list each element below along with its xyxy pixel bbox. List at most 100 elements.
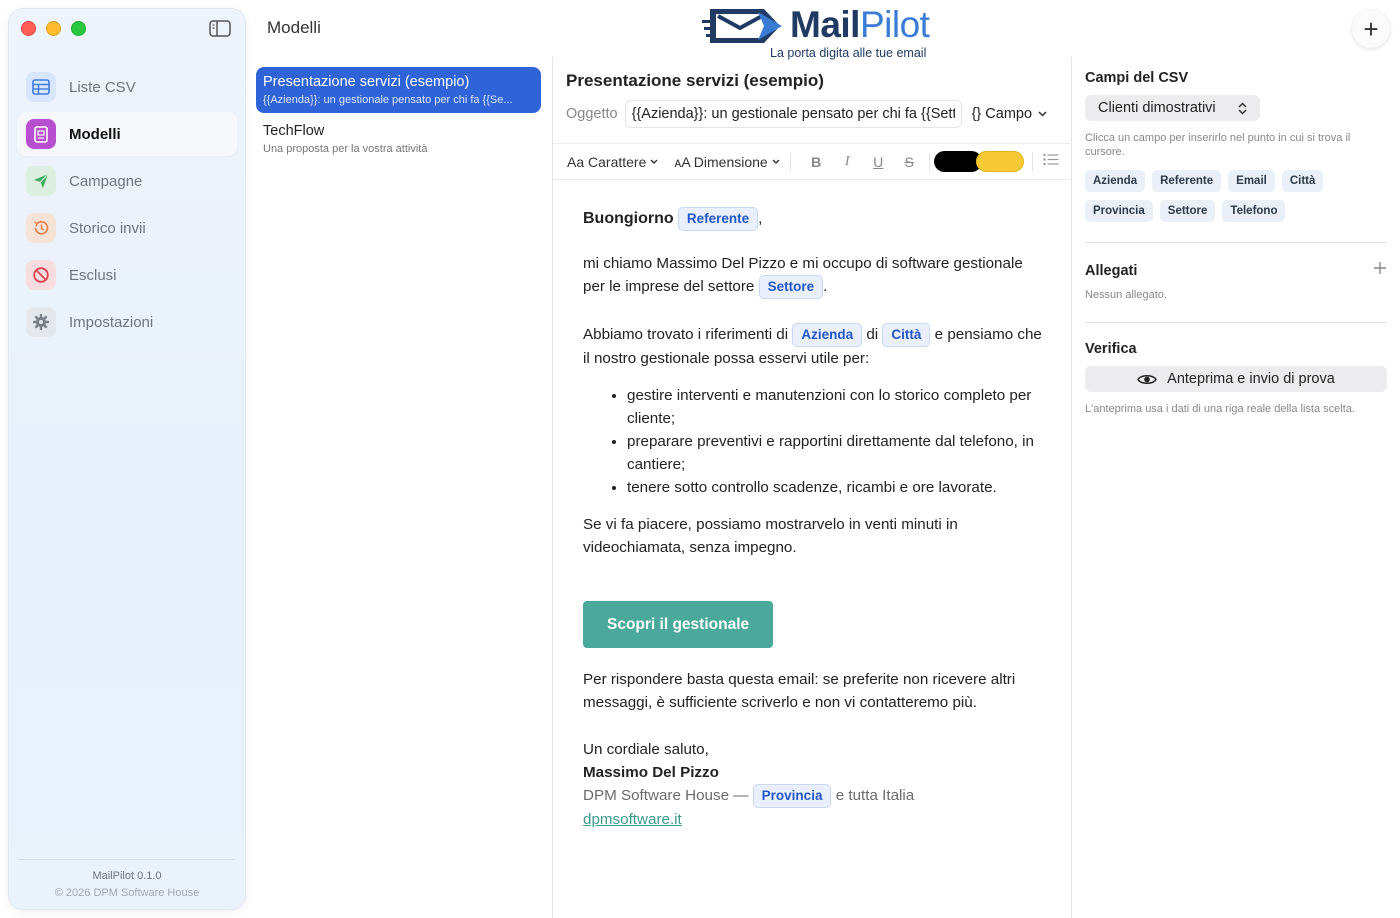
placeholder-chip[interactable]: Referente [677, 207, 759, 231]
insert-field-button[interactable]: {} Campo [972, 106, 1047, 122]
company-area: e tutta Italia [835, 787, 915, 805]
paragraph-demo: Se vi fa piacere, possiamo mostrarvelo i… [583, 516, 958, 556]
list-item: preparare preventivi e rapportini dirett… [627, 430, 1048, 476]
size-dropdown[interactable]: ᴀA Dimensione [674, 154, 780, 170]
sidebar-item-label: Liste CSV [69, 78, 136, 96]
greeting-comma: , [758, 210, 763, 228]
text-color-swatch[interactable] [933, 151, 982, 172]
section-divider [1085, 242, 1387, 243]
app-version: MailPilot 0.1.0 [92, 870, 162, 882]
toolbar-separator [928, 152, 930, 171]
block-icon [26, 260, 56, 290]
cta-button[interactable]: Scopri il gestionale [583, 601, 774, 648]
sidebar-item-label: Campagne [69, 172, 143, 190]
template-preview: {{Azienda}}: un gestionale pensato per c… [263, 94, 513, 106]
app-logo: MailPilot La porta digita alle tue email [702, 4, 947, 62]
history-icon [26, 213, 56, 243]
logo-tagline: La porta digita alle tue email [770, 46, 927, 60]
sidebar-item-storico-invii[interactable]: Storico invii [17, 206, 237, 250]
placeholder-chip[interactable]: Azienda [792, 323, 863, 347]
send-icon [26, 166, 56, 196]
logo-mail-text: Mail [790, 4, 860, 45]
placeholder-chip[interactable]: Città [882, 323, 931, 347]
paragraph-unsubscribe: Per rispondere basta questa email: se pr… [583, 671, 1016, 711]
template-preview: Una proposta per la vostra attività [263, 143, 428, 155]
list-item: gestire interventi e manutenzioni con lo… [627, 384, 1048, 430]
preview-hint: L'anteprima usa i dati di una riga reale… [1085, 403, 1355, 415]
italic-button[interactable]: I [832, 154, 863, 170]
zoom-window-button[interactable] [71, 21, 86, 36]
chevron-down-icon [650, 159, 658, 164]
chevron-down-icon [1038, 111, 1047, 117]
highlight-color-swatch[interactable] [975, 151, 1024, 172]
insert-field-label: {} Campo [971, 106, 1033, 122]
sidebar-item-liste-csv[interactable]: Liste CSV [17, 65, 237, 109]
field-chip-telefono[interactable]: Telefono [1222, 200, 1286, 222]
placeholder-chip[interactable]: Settore [758, 275, 824, 299]
field-chip-referente[interactable]: Referente [1152, 170, 1222, 192]
closing-text: Un cordiale saluto, [583, 741, 709, 758]
sidebar-item-modelli[interactable]: Modelli [17, 112, 237, 156]
close-window-button[interactable] [21, 21, 36, 36]
subject-row: Oggetto {} Campo [566, 100, 1061, 128]
field-chip-citta[interactable]: Città [1281, 170, 1324, 192]
attachments-title: Allegati [1085, 262, 1138, 279]
window-controls [21, 21, 86, 36]
sidebar-item-label: Storico invii [69, 219, 146, 237]
placeholder-chip[interactable]: Provincia [752, 784, 832, 808]
email-body[interactable]: Buongiorno Referente, mi chiamo Massimo … [583, 207, 1048, 831]
company-name: DPM Software House — [583, 787, 749, 805]
strikethrough-button[interactable]: S [894, 154, 925, 170]
logo-wordmark: MailPilot [790, 4, 930, 46]
csv-fields-hint: Clicca un campo per inserirlo nel punto … [1085, 132, 1351, 158]
template-name: TechFlow [263, 123, 325, 139]
logo-pilot-text: Pilot [859, 4, 930, 45]
template-item[interactable]: TechFlow Una proposta per la vostra atti… [256, 116, 541, 162]
font-dropdown[interactable]: Aa Carattere [567, 154, 658, 170]
csv-list-selected: Clienti dimostrativi [1098, 100, 1216, 116]
csv-fields-title: Campi del CSV [1085, 70, 1189, 86]
eye-icon [1137, 374, 1158, 384]
bold-button[interactable]: B [801, 154, 832, 170]
field-chip-azienda[interactable]: Azienda [1085, 170, 1146, 192]
field-chip-provincia[interactable]: Provincia [1085, 200, 1153, 222]
attachments-empty: Nessun allegato. [1085, 289, 1167, 301]
website-link[interactable]: dpmsoftware.it [583, 811, 682, 828]
field-chip-settore[interactable]: Settore [1159, 200, 1216, 222]
toolbar-separator [789, 152, 791, 171]
paragraph-intro-end: . [823, 278, 828, 296]
chevron-updown-icon [1238, 101, 1247, 115]
divider-editor-panel [1071, 57, 1072, 918]
template-item[interactable]: Presentazione servizi (esempio) {{Aziend… [256, 67, 541, 113]
add-template-button[interactable]: + [1352, 10, 1390, 48]
table-icon [26, 72, 56, 102]
preview-test-send-button[interactable]: Anteprima e invio di prova [1085, 366, 1387, 392]
subject-label: Oggetto [566, 106, 618, 122]
sender-name: Massimo Del Pizzo [583, 764, 719, 781]
attachments-header: Allegati [1085, 261, 1387, 280]
field-chip-email[interactable]: Email [1228, 170, 1275, 192]
sidebar-item-label: Modelli [69, 125, 121, 143]
minimize-window-button[interactable] [46, 21, 61, 36]
verify-title: Verifica [1085, 341, 1137, 357]
font-label: Aa Carattere [567, 153, 647, 170]
csv-list-select[interactable]: Clienti dimostrativi [1085, 95, 1260, 121]
sidebar-footer: MailPilot 0.1.0 © 2026 DPM Software Hous… [19, 859, 235, 899]
sidebar-toggle-icon[interactable] [209, 20, 231, 37]
page-title: Modelli [267, 18, 321, 37]
sidebar-nav: Liste CSV Modelli Campagne Storico invii… [17, 65, 237, 347]
sidebar-item-campagne[interactable]: Campagne [17, 159, 237, 203]
sidebar-item-impostazioni[interactable]: Impostazioni [17, 300, 237, 344]
subject-input[interactable] [624, 100, 962, 128]
sidebar: Liste CSV Modelli Campagne Storico invii… [9, 9, 245, 909]
underline-button[interactable]: U [863, 154, 894, 170]
list-icon[interactable] [1043, 153, 1059, 171]
template-list: Presentazione servizi (esempio) {{Aziend… [256, 67, 541, 165]
sidebar-item-esclusi[interactable]: Esclusi [17, 253, 237, 297]
paragraph-found-mid: di [866, 326, 879, 344]
signature: Un cordiale saluto, Massimo Del Pizzo DP… [583, 738, 1048, 831]
gear-icon [26, 307, 56, 337]
toolbar-separator [1031, 152, 1033, 171]
sidebar-item-label: Impostazioni [69, 313, 154, 331]
add-attachment-button[interactable] [1373, 261, 1387, 280]
